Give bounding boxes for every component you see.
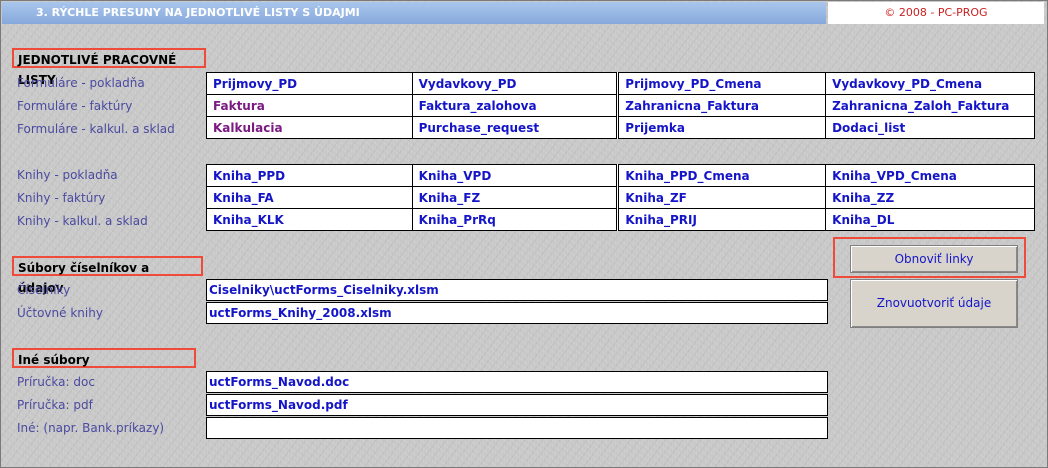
row-label: Formuláre - pokladňa (17, 76, 145, 90)
sheet-link-purchase-request[interactable]: Purchase_request (411, 116, 619, 139)
table-row: Kniha_PPD Kniha_VPD Kniha_PPD_Cmena Knih… (206, 164, 1035, 187)
sheet-link-kniha-prij[interactable]: Kniha_PRIJ (616, 208, 827, 231)
sheet-link-vydavkovy-pd[interactable]: Vydavkovy_PD (411, 72, 619, 95)
row-label: Knihy - faktúry (17, 191, 106, 205)
sheet-link-dodaci-list[interactable]: Dodaci_list (825, 116, 1035, 139)
sheet-link-kniha-vpd-cmena[interactable]: Kniha_VPD_Cmena (825, 164, 1035, 187)
sheet-link-zahranicna-faktura[interactable]: Zahranicna_Faktura (616, 94, 827, 117)
sheet-link-kniha-zz[interactable]: Kniha_ZZ (825, 186, 1035, 209)
copyright-notice: © 2008 - PC-PROG (828, 2, 1044, 24)
row-label: Formuláre - faktúry (17, 99, 133, 113)
sheet-link-kalkulacia[interactable]: Kalkulacia (206, 116, 413, 139)
sheet-link-kniha-ppd[interactable]: Kniha_PPD (206, 164, 413, 187)
sheet-link-kniha-dl[interactable]: Kniha_DL (825, 208, 1035, 231)
forms-link-table: Prijmovy_PD Vydavkovy_PD Prijmovy_PD_Cme… (206, 72, 1035, 139)
sheet-link-faktura[interactable]: Faktura (206, 94, 413, 117)
table-row: Kniha_KLK Kniha_PrRq Kniha_PRIJ Kniha_DL (206, 208, 1035, 231)
sheet-link-kniha-fa[interactable]: Kniha_FA (206, 186, 413, 209)
refresh-links-button[interactable]: Obnoviť linky (850, 245, 1018, 273)
sheet-link-kniha-klk[interactable]: Kniha_KLK (206, 208, 413, 231)
manual-doc-path[interactable]: uctForms_Navod.doc (206, 371, 828, 393)
row-label: Formuláre - kalkul. a sklad (17, 122, 175, 136)
row-label: Príručka: pdf (17, 398, 93, 412)
sheet-link-zahranicna-zaloh-faktura[interactable]: Zahranicna_Zaloh_Faktura (825, 94, 1035, 117)
other-files-section-title: Iné súbory (12, 348, 196, 368)
catalogs-section-title: Súbory číselníkov a údajov (12, 256, 203, 295)
row-label: Knihy - kalkul. a sklad (17, 214, 148, 228)
table-row: Kniha_FA Kniha_FZ Kniha_ZF Kniha_ZZ (206, 186, 1035, 209)
table-row: Kalkulacia Purchase_request Prijemka Dod… (206, 116, 1035, 139)
sheet-link-faktura-zalohova[interactable]: Faktura_zalohova (411, 94, 619, 117)
sheets-section-title: JEDNOTLIVÉ PRACOVNÉ LISTY (12, 48, 206, 87)
row-label: Číselníky (17, 283, 71, 297)
books-file-path[interactable]: uctForms_Knihy_2008.xlsm (206, 302, 828, 324)
books-link-table: Kniha_PPD Kniha_VPD Kniha_PPD_Cmena Knih… (206, 164, 1035, 231)
other-file-path[interactable] (206, 417, 828, 439)
row-label: Príručka: doc (17, 375, 95, 389)
title-bar: 3. RÝCHLE PRESUNY NA JEDNOTLIVÉ LISTY S … (2, 2, 826, 24)
row-label: Iné: (napr. Bank.príkazy) (17, 421, 165, 435)
catalogs-file-path[interactable]: Ciselniky\uctForms_Ciselniky.xlsm (206, 279, 828, 301)
table-row: Prijmovy_PD Vydavkovy_PD Prijmovy_PD_Cme… (206, 72, 1035, 95)
sheet-link-kniha-zf[interactable]: Kniha_ZF (616, 186, 827, 209)
sheet-link-kniha-vpd[interactable]: Kniha_VPD (411, 164, 619, 187)
page-title: 3. RÝCHLE PRESUNY NA JEDNOTLIVÉ LISTY S … (36, 6, 360, 19)
row-label: Účtovné knihy (17, 306, 103, 320)
sheet-link-kniha-ppd-cmena[interactable]: Kniha_PPD_Cmena (616, 164, 827, 187)
manual-pdf-path[interactable]: uctForms_Navod.pdf (206, 394, 828, 416)
reopen-data-button[interactable]: Znovuotvoriť údaje (850, 279, 1018, 328)
sheet-link-prijmovy-pd-cmena[interactable]: Prijmovy_PD_Cmena (616, 72, 827, 95)
row-label: Knihy - pokladňa (17, 168, 118, 182)
sheet-link-prijemka[interactable]: Prijemka (616, 116, 827, 139)
sheet-link-kniha-fz[interactable]: Kniha_FZ (411, 186, 619, 209)
sheet-link-kniha-prrq[interactable]: Kniha_PrRq (411, 208, 619, 231)
table-row: Faktura Faktura_zalohova Zahranicna_Fakt… (206, 94, 1035, 117)
sheet-link-vydavkovy-pd-cmena[interactable]: Vydavkovy_PD_Cmena (825, 72, 1035, 95)
sheet-link-prijmovy-pd[interactable]: Prijmovy_PD (206, 72, 413, 95)
